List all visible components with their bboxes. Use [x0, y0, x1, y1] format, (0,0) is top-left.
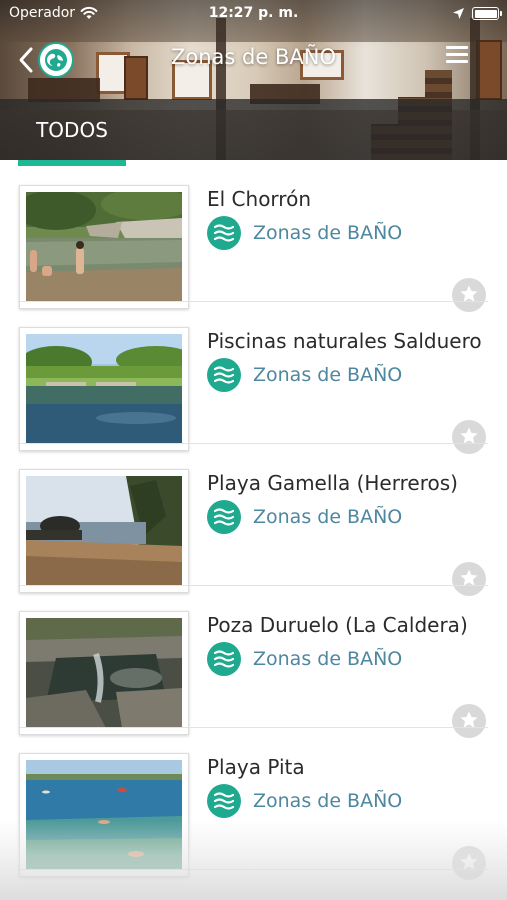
- list-item[interactable]: Playa Gamella (Herreros) Zonas de BAÑO: [0, 444, 507, 596]
- item-title: Piscinas naturales Salduero: [207, 329, 482, 353]
- battery-level-fill: [474, 9, 497, 18]
- tab-todos-label: TODOS: [36, 118, 108, 142]
- water-waves-icon: [207, 642, 241, 676]
- item-thumbnail: [26, 192, 182, 302]
- places-list: El Chorrón Zonas de BAÑO Piscinas natura…: [0, 160, 507, 900]
- list-divider: [18, 869, 488, 870]
- water-waves-icon: [207, 784, 241, 818]
- tab-todos[interactable]: TODOS: [18, 99, 126, 166]
- item-thumbnail: [26, 618, 182, 728]
- water-waves-icon: [207, 358, 241, 392]
- hamburger-menu-icon[interactable]: [444, 44, 472, 68]
- water-waves-icon: [207, 216, 241, 250]
- favorite-button[interactable]: [452, 846, 486, 880]
- item-thumbnail: [26, 760, 182, 870]
- item-thumbnail-frame: [19, 469, 189, 593]
- water-waves-icon: [207, 500, 241, 534]
- item-thumbnail: [26, 334, 182, 444]
- item-title: El Chorrón: [207, 187, 311, 211]
- item-thumbnail: [26, 476, 182, 586]
- item-category: Zonas de BAÑO: [253, 222, 403, 244]
- list-item[interactable]: El Chorrón Zonas de BAÑO: [0, 160, 507, 312]
- item-category: Zonas de BAÑO: [253, 364, 403, 386]
- navigation-bar: Zonas de BAÑO: [0, 28, 507, 92]
- item-category: Zonas de BAÑO: [253, 506, 403, 528]
- page-title: Zonas de BAÑO: [171, 45, 336, 69]
- tab-bar: TODOS: [0, 99, 507, 166]
- item-thumbnail-frame: [19, 185, 189, 309]
- list-item[interactable]: Playa Pita Zonas de BAÑO: [0, 728, 507, 880]
- item-category: Zonas de BAÑO: [253, 790, 403, 812]
- status-bar: Operador 12:27 p. m.: [0, 0, 507, 28]
- active-tab-indicator: [18, 160, 126, 166]
- item-thumbnail-frame: [19, 327, 189, 451]
- status-time: 12:27 p. m.: [208, 5, 299, 21]
- item-title: Playa Pita: [207, 755, 305, 779]
- item-thumbnail-frame: [19, 611, 189, 735]
- location-arrow-icon: [453, 8, 464, 19]
- item-title: Poza Duruelo (La Caldera): [207, 613, 468, 637]
- item-category: Zonas de BAÑO: [253, 648, 403, 670]
- item-thumbnail-frame: [19, 753, 189, 877]
- list-item[interactable]: Poza Duruelo (La Caldera) Zonas de BAÑO: [0, 586, 507, 738]
- item-title: Playa Gamella (Herreros): [207, 471, 458, 495]
- battery-icon: [472, 7, 502, 20]
- list-item[interactable]: Piscinas naturales Salduero Zonas de BAÑ…: [0, 302, 507, 454]
